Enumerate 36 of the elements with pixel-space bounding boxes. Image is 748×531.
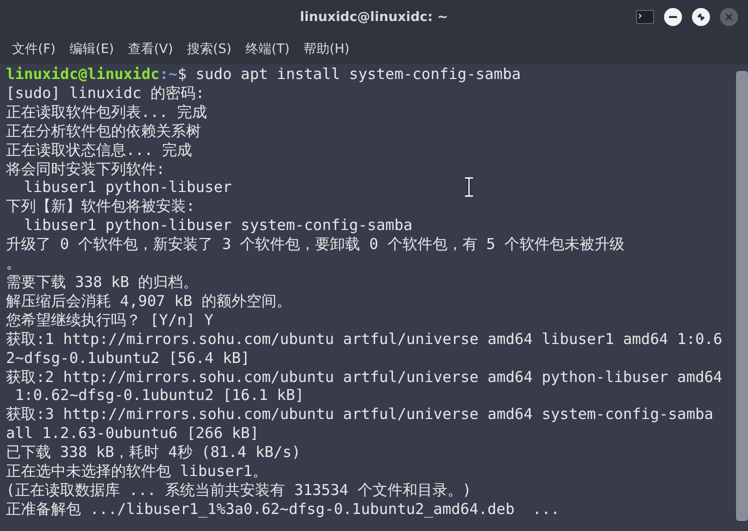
window-title: linuxidc@linuxidc: ~ <box>300 10 448 24</box>
output-line: all 1.2.63-0ubuntu6 [266 kB] <box>6 424 259 444</box>
menu-item[interactable]: 文件(F) <box>6 36 62 62</box>
output-line: 正准备解包 .../libuser1_1%3a0.62~dfsg-0.1ubuntu2_amd64.deb ... <box>6 500 560 519</box>
output-line: 升级了 0 个软件包，新安装了 3 个软件包，要卸载 0 个软件包，有 5 个软件包未被升级 <box>6 235 624 254</box>
output-line: 解压缩后会消耗 4,907 kB 的额外空间。 <box>6 292 292 311</box>
output-line: 2~dfsg-0.1ubuntu2 [56.4 kB] <box>6 348 250 368</box>
output-line: 。 <box>6 254 21 273</box>
text-cursor-icon <box>464 177 474 197</box>
output-line: 需要下载 338 kB 的归档。 <box>6 272 198 292</box>
terminal-icon[interactable] <box>636 10 654 24</box>
output-line: libuser1 python-libuser system-config-samba <box>23 216 412 236</box>
prompt-line: linuxidc@linuxidc:~$ sudo apt install system-config-samba <box>6 65 521 84</box>
menu-item[interactable]: 查看(V) <box>122 36 180 62</box>
output-line: 正在读取软件包列表... 完成 <box>6 102 208 122</box>
output-line: 正在选中未选择的软件包 libuser1。 <box>6 462 268 481</box>
output-line: 正在读取状态信息... 完成 <box>6 140 192 160</box>
output-line: [sudo] linuxidc 的密码: <box>6 84 205 103</box>
menu-item[interactable]: 编辑(E) <box>64 36 120 62</box>
menu-item[interactable]: 搜索(S) <box>181 36 238 62</box>
output-line: (正在读取数据库 ... 系统当前共安装有 313534 个文件和目录。) <box>6 480 472 500</box>
output-line: libuser1 python-libuser <box>23 178 232 198</box>
output-line: 正在分析软件包的依赖关系树 <box>6 122 201 141</box>
close-icon <box>724 12 734 22</box>
output-line: 获取:2 http://mirrors.sohu.com/ubuntu artful/universe amd64 python-libuser amd64 <box>6 368 722 386</box>
output-line: 获取:1 http://mirrors.sohu.com/ubuntu artful/universe amd64 libuser1 amd64 1:0.6 <box>6 330 722 349</box>
output-line: 下列【新】软件包将被安装: <box>6 197 196 216</box>
output-line: 已下载 338 kB，耗时 4秒 (81.4 kB/s) <box>6 443 301 462</box>
menu-item[interactable]: 终端(T) <box>239 36 296 62</box>
menu-item[interactable]: 帮助(H) <box>298 36 356 62</box>
output-line: 1:0.62~dfsg-0.1ubuntu2 [16.1 kB] <box>14 386 304 406</box>
maximize-button[interactable] <box>692 8 710 26</box>
output-line: 获取:3 http://mirrors.sohu.com/ubuntu artful/universe amd64 system-config-samba <box>6 405 714 424</box>
minimize-button[interactable] <box>664 8 682 26</box>
output-line: 将会同时安装下列软件: <box>6 160 166 178</box>
output-line: 您希望继续执行吗？ [Y/n] Y <box>6 310 214 330</box>
